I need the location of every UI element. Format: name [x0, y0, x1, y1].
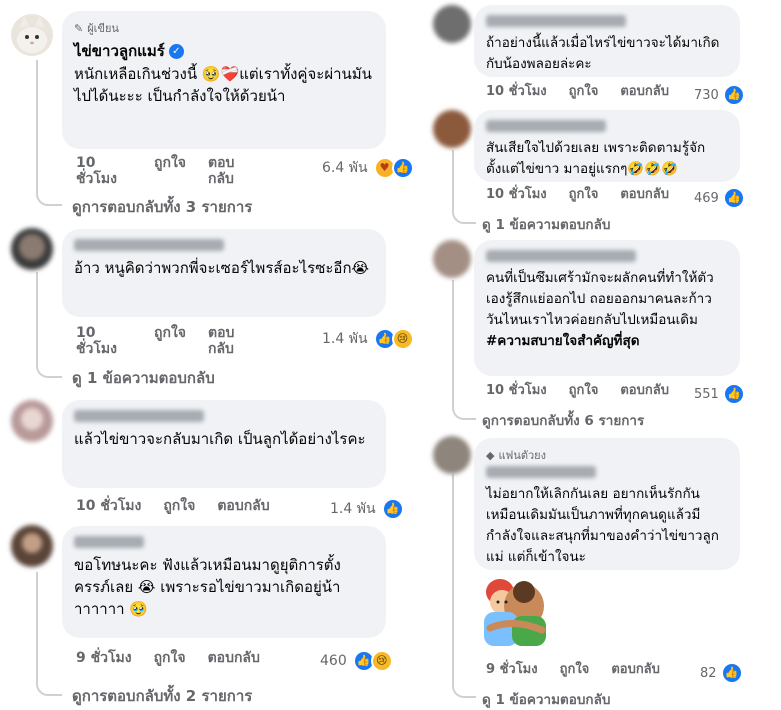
reaction-count[interactable]: 1.4 พัน 👍 — [330, 498, 404, 520]
view-replies-link[interactable]: ดูการตอบกลับทั้ง 3 รายการ — [72, 195, 252, 219]
comment-bubble: ◆ แฟนตัวยง ไม่อยากให้เลิกกันเลย อยากเห็น… — [474, 438, 740, 570]
thread-line — [452, 150, 476, 224]
comment-bubble: อ้าว หนูคิดว่าพวกพี่จะเซอร์ไพรส์อะไรซะอี… — [62, 229, 386, 317]
comment-bubble: คนที่เป็นซึมเศร้ามักจะผลักคนที่ทำให้ตัวเ… — [474, 240, 740, 376]
reaction-count[interactable]: 1.4 พัน 👍 😢 — [322, 328, 414, 350]
commenter-avatar[interactable] — [433, 110, 471, 148]
comment-time[interactable]: 10 ชั่วโมง — [486, 84, 547, 100]
commenter-avatar[interactable] — [11, 525, 53, 567]
blurred-name — [486, 250, 636, 262]
comment-time[interactable]: 10 ชั่วโมง — [486, 187, 547, 203]
reply-link[interactable]: ตอบกลับ — [208, 155, 248, 187]
blurred-name — [486, 120, 606, 132]
reply-link[interactable]: ตอบกลับ — [620, 187, 669, 203]
comment-actions: 9 ชั่วโมง ถูกใจ ตอบกลับ — [76, 650, 282, 666]
reply-link[interactable]: ตอบกลับ — [217, 498, 269, 514]
reaction-count[interactable]: 460 👍 😢 — [320, 650, 393, 672]
comment-author[interactable]: ไข่ขาวลูกแมร์ ✓ — [74, 39, 374, 63]
like-link[interactable]: ถูกใจ — [154, 650, 186, 666]
like-link[interactable]: ถูกใจ — [569, 187, 599, 203]
blurred-name — [486, 15, 626, 27]
comment-text: สันเสียใจไปด้วยเลย เพราะติดตามรู้จักตั้ง… — [486, 140, 706, 177]
comment-time[interactable]: 10 ชั่วโมง — [76, 155, 132, 187]
comment-time[interactable]: 10 ชั่วโมง — [486, 383, 547, 399]
top-fan-badge: ◆ แฟนตัวยง — [486, 448, 547, 463]
reply-link[interactable]: ตอบกลับ — [208, 650, 260, 666]
commenter-avatar[interactable] — [433, 5, 471, 43]
like-link[interactable]: ถูกใจ — [154, 325, 186, 341]
commenter-avatar[interactable] — [433, 240, 471, 278]
comment-time[interactable]: 9 ชั่วโมง — [76, 650, 132, 666]
reply-link[interactable]: ตอบกลับ — [620, 383, 669, 399]
thread-line — [36, 60, 62, 206]
like-link[interactable]: ถูกใจ — [569, 383, 599, 399]
reaction-count[interactable]: 82 👍 — [700, 662, 743, 684]
comment-text: ถ้าอย่างนี้แล้วเมื่อไหร่ไข่ขาวจะได้มาเกิ… — [486, 35, 720, 72]
comment-bubble: ถ้าอย่างนี้แล้วเมื่อไหร่ไข่ขาวจะได้มาเกิ… — [474, 5, 740, 77]
comment-hashtag[interactable]: #ความสบายใจสำคัญที่สุด — [486, 331, 728, 352]
hug-sticker[interactable] — [472, 572, 556, 654]
comment-actions: 9 ชั่วโมง ถูกใจ ตอบกลับ — [486, 662, 682, 678]
like-reaction-icon: 👍 — [722, 383, 745, 405]
author-badge: ✎ ผู้เขียน — [74, 21, 119, 36]
view-replies-link[interactable]: ดูการตอบกลับทั้ง 6 รายการ — [482, 409, 644, 431]
blurred-name — [74, 536, 144, 548]
like-reaction-icon: 👍 — [722, 84, 745, 106]
comment-text: อ้าว หนูคิดว่าพวกพี่จะเซอร์ไพรส์อะไรซะอี… — [74, 259, 370, 277]
comment-actions: 10 ชั่วโมง ถูกใจ ตอบกลับ — [486, 84, 691, 100]
comment-text: แล้วไข่ขาวจะกลับมาเกิด เป็นลูกได้อย่างไร… — [74, 430, 366, 448]
reaction-count[interactable]: 551 👍 — [694, 383, 745, 405]
comment-time[interactable]: 9 ชั่วโมง — [486, 662, 538, 678]
view-replies-link[interactable]: ดูการตอบกลับทั้ง 2 รายการ — [72, 684, 252, 708]
reaction-count[interactable]: 730 👍 — [694, 84, 745, 106]
comment-actions: 10 ชั่วโมง ถูกใจ ตอบกลับ — [486, 187, 691, 203]
reaction-count[interactable]: 469 👍 — [694, 187, 745, 209]
blurred-name — [74, 239, 224, 251]
reaction-count[interactable]: 6.4 พัน ♥ 👍 — [322, 157, 414, 179]
comment-bubble: ✎ ผู้เขียน ไข่ขาวลูกแมร์ ✓ หนักเหลือเกิน… — [62, 11, 386, 149]
like-link[interactable]: ถูกใจ — [569, 84, 599, 100]
comment-actions: 10 ชั่วโมง ถูกใจ ตอบกลับ — [486, 383, 691, 399]
comment-actions: 10 ชั่วโมง ถูกใจ ตอบกลับ — [76, 325, 270, 357]
comment-bubble: สันเสียใจไปด้วยเลย เพราะติดตามรู้จักตั้ง… — [474, 110, 740, 182]
sad-reaction-icon: 😢 — [391, 328, 414, 350]
comment-actions: 10 ชั่วโมง ถูกใจ ตอบกลับ — [76, 498, 292, 514]
author-avatar[interactable] — [11, 14, 53, 56]
like-link[interactable]: ถูกใจ — [163, 498, 195, 514]
thread-line — [452, 280, 476, 420]
pen-icon: ✎ — [74, 21, 84, 35]
like-reaction-icon: 👍 — [391, 157, 414, 179]
verified-icon: ✓ — [168, 43, 184, 59]
like-link[interactable]: ถูกใจ — [560, 662, 590, 678]
blurred-name — [486, 466, 596, 478]
view-replies-link[interactable]: ดู 1 ข้อความตอบกลับ — [482, 213, 610, 235]
comment-text: ขอโทษนะคะ ฟังแล้วเหมือนมาดูยุติการตั้งคร… — [74, 556, 341, 618]
comment-actions: 10 ชั่วโมง ถูกใจ ตอบกลับ — [76, 155, 270, 187]
reply-link[interactable]: ตอบกลับ — [611, 662, 660, 678]
blurred-name — [74, 410, 204, 422]
thread-line — [36, 572, 62, 696]
commenter-avatar[interactable] — [11, 400, 53, 442]
commenter-avatar[interactable] — [433, 436, 471, 474]
thread-line — [36, 272, 62, 378]
commenter-avatar[interactable] — [11, 228, 53, 270]
comment-time[interactable]: 10 ชั่วโมง — [76, 325, 132, 357]
comment-time[interactable]: 10 ชั่วโมง — [76, 498, 141, 514]
comment-text: หนักเหลือเกินช่วงนี้ 🥹❤️‍🩹แต่เราทั้งคู่จ… — [74, 65, 372, 105]
reply-link[interactable]: ตอบกลับ — [208, 325, 248, 357]
diamond-icon: ◆ — [486, 448, 495, 462]
comment-bubble: แล้วไข่ขาวจะกลับมาเกิด เป็นลูกได้อย่างไร… — [62, 400, 386, 488]
like-reaction-icon: 👍 — [722, 187, 745, 209]
like-link[interactable]: ถูกใจ — [154, 155, 186, 171]
view-replies-link[interactable]: ดู 1 ข้อความตอบกลับ — [482, 688, 610, 710]
like-reaction-icon: 👍 — [381, 498, 404, 520]
sad-reaction-icon: 😢 — [370, 650, 393, 672]
view-replies-link[interactable]: ดู 1 ข้อความตอบกลับ — [72, 366, 215, 390]
reply-link[interactable]: ตอบกลับ — [620, 84, 669, 100]
comment-bubble: ขอโทษนะคะ ฟังแล้วเหมือนมาดูยุติการตั้งคร… — [62, 526, 386, 638]
like-reaction-icon: 👍 — [720, 662, 743, 684]
comment-text: ไม่อยากให้เลิกกันเลย อยากเห็นรักกันเหมือ… — [486, 486, 719, 565]
comment-text: คนที่เป็นซึมเศร้ามักจะผลักคนที่ทำให้ตัวเ… — [486, 270, 714, 328]
